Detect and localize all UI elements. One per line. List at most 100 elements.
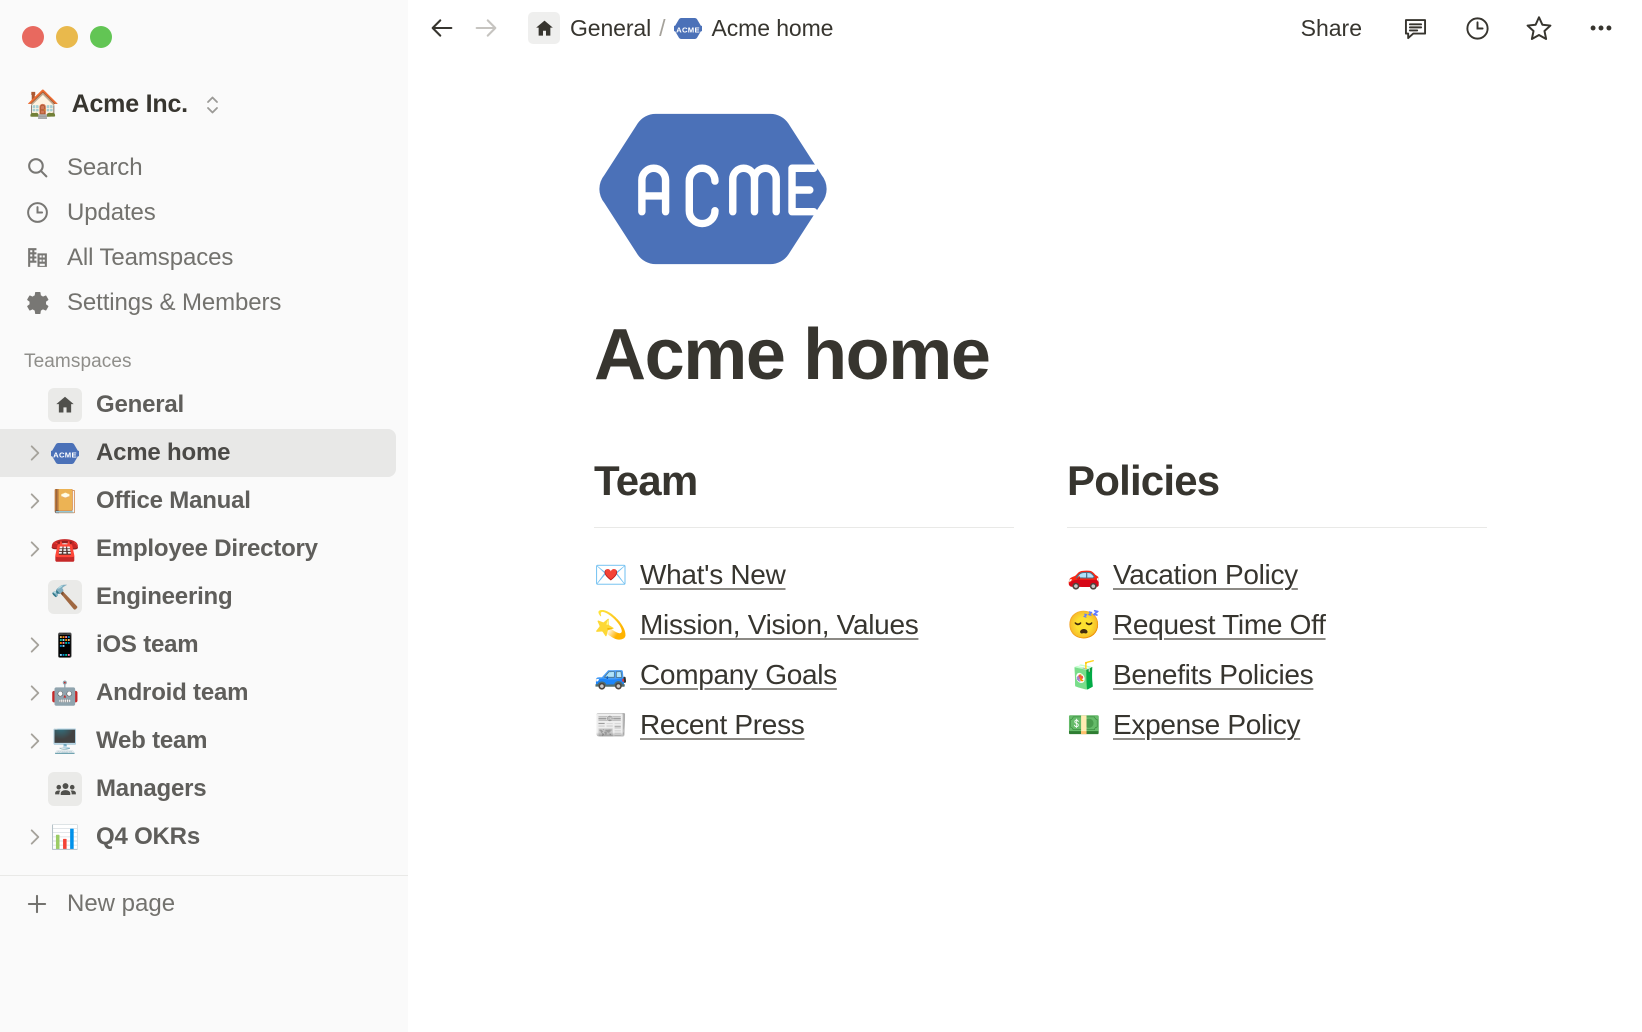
robot-emoji-icon: 🤖 bbox=[50, 679, 80, 706]
sidebar-item-office-manual[interactable]: 📔 Office Manual bbox=[0, 477, 396, 525]
sidebar-item-engineering[interactable]: 🔨 Engineering bbox=[0, 573, 396, 621]
dizzy-emoji-icon: 💫 bbox=[594, 609, 628, 640]
sidebar: 🏠 Acme Inc. Search Updates All Teamspace… bbox=[0, 0, 408, 1032]
mobile-phone-emoji-icon: 📱 bbox=[50, 631, 80, 658]
page-link-label: Request Time Off bbox=[1113, 609, 1326, 641]
column-team: Team 💌 What's New 💫 Mission, Vision, Val… bbox=[594, 457, 1014, 750]
page-link-label: Company Goals bbox=[640, 659, 837, 691]
app-window: 🏠 Acme Inc. Search Updates All Teamspace… bbox=[0, 0, 1642, 1032]
hammer-emoji-icon: 🔨 bbox=[48, 580, 82, 614]
arrow-right-icon[interactable] bbox=[472, 14, 500, 42]
topbar: General / ACME Acme home Share bbox=[408, 0, 1642, 56]
beverage-box-emoji-icon: 🧃 bbox=[1067, 659, 1101, 690]
column-divider bbox=[594, 527, 1014, 529]
page-link-company-goals[interactable]: 🚙 Company Goals bbox=[594, 650, 1014, 700]
page-link-whats-new[interactable]: 💌 What's New bbox=[594, 550, 1014, 600]
sidebar-item-ios-team[interactable]: 📱 iOS team bbox=[0, 621, 396, 669]
sidebar-item-label: Updates bbox=[67, 198, 156, 226]
window-close-button[interactable] bbox=[22, 26, 44, 48]
acme-hexagon-logo bbox=[594, 108, 1594, 270]
nav-arrows bbox=[428, 14, 500, 42]
chevron-right-icon[interactable] bbox=[22, 682, 48, 704]
building-icon bbox=[24, 245, 50, 271]
gear-icon bbox=[24, 290, 50, 316]
blue-car-emoji-icon: 🚙 bbox=[594, 659, 628, 690]
red-car-emoji-icon: 🚗 bbox=[1067, 559, 1101, 590]
plus-icon bbox=[24, 891, 50, 917]
page-link-label: Expense Policy bbox=[1113, 709, 1301, 741]
people-group-icon bbox=[48, 772, 82, 806]
share-button[interactable]: Share bbox=[1293, 11, 1370, 46]
page-link-label: Recent Press bbox=[640, 709, 805, 741]
chevron-right-icon[interactable] bbox=[22, 634, 48, 656]
breadcrumb-item-acme-home[interactable]: ACME Acme home bbox=[668, 12, 840, 45]
more-options-icon[interactable] bbox=[1584, 11, 1618, 45]
sidebar-item-label: Web team bbox=[96, 727, 208, 754]
chevron-right-icon[interactable] bbox=[22, 538, 48, 560]
star-icon[interactable] bbox=[1522, 11, 1556, 45]
chevron-right-icon[interactable] bbox=[22, 442, 48, 464]
chevron-right-icon[interactable] bbox=[22, 826, 48, 848]
sidebar-item-label: Q4 OKRs bbox=[96, 823, 200, 850]
sidebar-item-all-teamspaces[interactable]: All Teamspaces bbox=[0, 235, 396, 280]
svg-text:ACME: ACME bbox=[676, 25, 700, 34]
window-maximize-button[interactable] bbox=[90, 26, 112, 48]
page-link-label: Mission, Vision, Values bbox=[640, 609, 919, 641]
topbar-actions: Share bbox=[1293, 11, 1618, 46]
svg-text:ACME: ACME bbox=[53, 450, 77, 459]
page-link-vacation-policy[interactable]: 🚗 Vacation Policy bbox=[1067, 550, 1487, 600]
page-link-label: Vacation Policy bbox=[1113, 559, 1298, 591]
notebook-emoji-icon: 📔 bbox=[50, 487, 80, 514]
sidebar-item-android-team[interactable]: 🤖 Android team bbox=[0, 669, 396, 717]
sidebar-item-label: Android team bbox=[96, 679, 249, 706]
money-emoji-icon: 💵 bbox=[1067, 709, 1101, 740]
sidebar-section-label: Teamspaces bbox=[24, 351, 132, 372]
window-minimize-button[interactable] bbox=[56, 26, 78, 48]
sidebar-item-label: Office Manual bbox=[96, 487, 251, 514]
page-link-label: Benefits Policies bbox=[1113, 659, 1314, 691]
page-link-recent-press[interactable]: 📰 Recent Press bbox=[594, 700, 1014, 750]
chevron-updown-icon bbox=[204, 93, 221, 117]
column-heading: Policies bbox=[1067, 457, 1220, 505]
newspaper-emoji-icon: 📰 bbox=[594, 709, 628, 740]
chevron-right-icon[interactable] bbox=[22, 730, 48, 752]
sidebar-item-label: Search bbox=[67, 153, 143, 181]
sidebar-item-label: Engineering bbox=[96, 583, 233, 610]
page-link-expense-policy[interactable]: 💵 Expense Policy bbox=[1067, 700, 1487, 750]
sidebar-item-search[interactable]: Search bbox=[0, 145, 396, 190]
sidebar-item-label: Employee Directory bbox=[96, 535, 318, 562]
sidebar-item-general[interactable]: General bbox=[0, 381, 396, 429]
history-clock-icon[interactable] bbox=[1460, 11, 1494, 45]
page-link-mission-vision-values[interactable]: 💫 Mission, Vision, Values bbox=[594, 600, 1014, 650]
sleeping-face-emoji-icon: 😴 bbox=[1067, 609, 1101, 640]
workspace-switcher[interactable]: 🏠 Acme Inc. bbox=[20, 86, 396, 123]
sidebar-item-label: iOS team bbox=[96, 631, 199, 658]
home-icon bbox=[528, 12, 560, 44]
sidebar-item-acme-home[interactable]: ACME Acme home bbox=[0, 429, 396, 477]
page-link-request-time-off[interactable]: 😴 Request Time Off bbox=[1067, 600, 1487, 650]
window-traffic-lights bbox=[0, 0, 408, 52]
breadcrumb-item-general[interactable]: General bbox=[522, 9, 657, 47]
sidebar-item-settings-members[interactable]: Settings & Members bbox=[0, 280, 396, 325]
sidebar-item-updates[interactable]: Updates bbox=[0, 190, 396, 235]
breadcrumb-separator: / bbox=[659, 14, 666, 41]
sidebar-item-employee-directory[interactable]: ☎️ Employee Directory bbox=[0, 525, 396, 573]
acme-badge-icon: ACME bbox=[673, 16, 702, 41]
comment-icon[interactable] bbox=[1398, 11, 1432, 45]
column-heading: Team bbox=[594, 457, 698, 505]
page-content: Acme home Team 💌 What's New 💫 Mission, V… bbox=[408, 56, 1642, 750]
telephone-emoji-icon: ☎️ bbox=[50, 535, 80, 562]
arrow-left-icon[interactable] bbox=[428, 14, 456, 42]
page-link-benefits-policies[interactable]: 🧃 Benefits Policies bbox=[1067, 650, 1487, 700]
link-columns: Team 💌 What's New 💫 Mission, Vision, Val… bbox=[594, 457, 1594, 750]
acme-badge-icon: ACME bbox=[48, 436, 82, 470]
clock-icon bbox=[24, 200, 50, 226]
sidebar-item-managers[interactable]: Managers bbox=[0, 765, 396, 813]
chevron-right-icon[interactable] bbox=[22, 490, 48, 512]
sidebar-item-web-team[interactable]: 🖥️ Web team bbox=[0, 717, 396, 765]
desktop-computer-emoji-icon: 🖥️ bbox=[50, 727, 80, 754]
sidebar-item-label: Managers bbox=[96, 775, 207, 802]
new-page-button[interactable]: New page bbox=[0, 876, 396, 932]
sidebar-item-q4-okrs[interactable]: 📊 Q4 OKRs bbox=[0, 813, 396, 861]
search-icon bbox=[24, 155, 50, 181]
